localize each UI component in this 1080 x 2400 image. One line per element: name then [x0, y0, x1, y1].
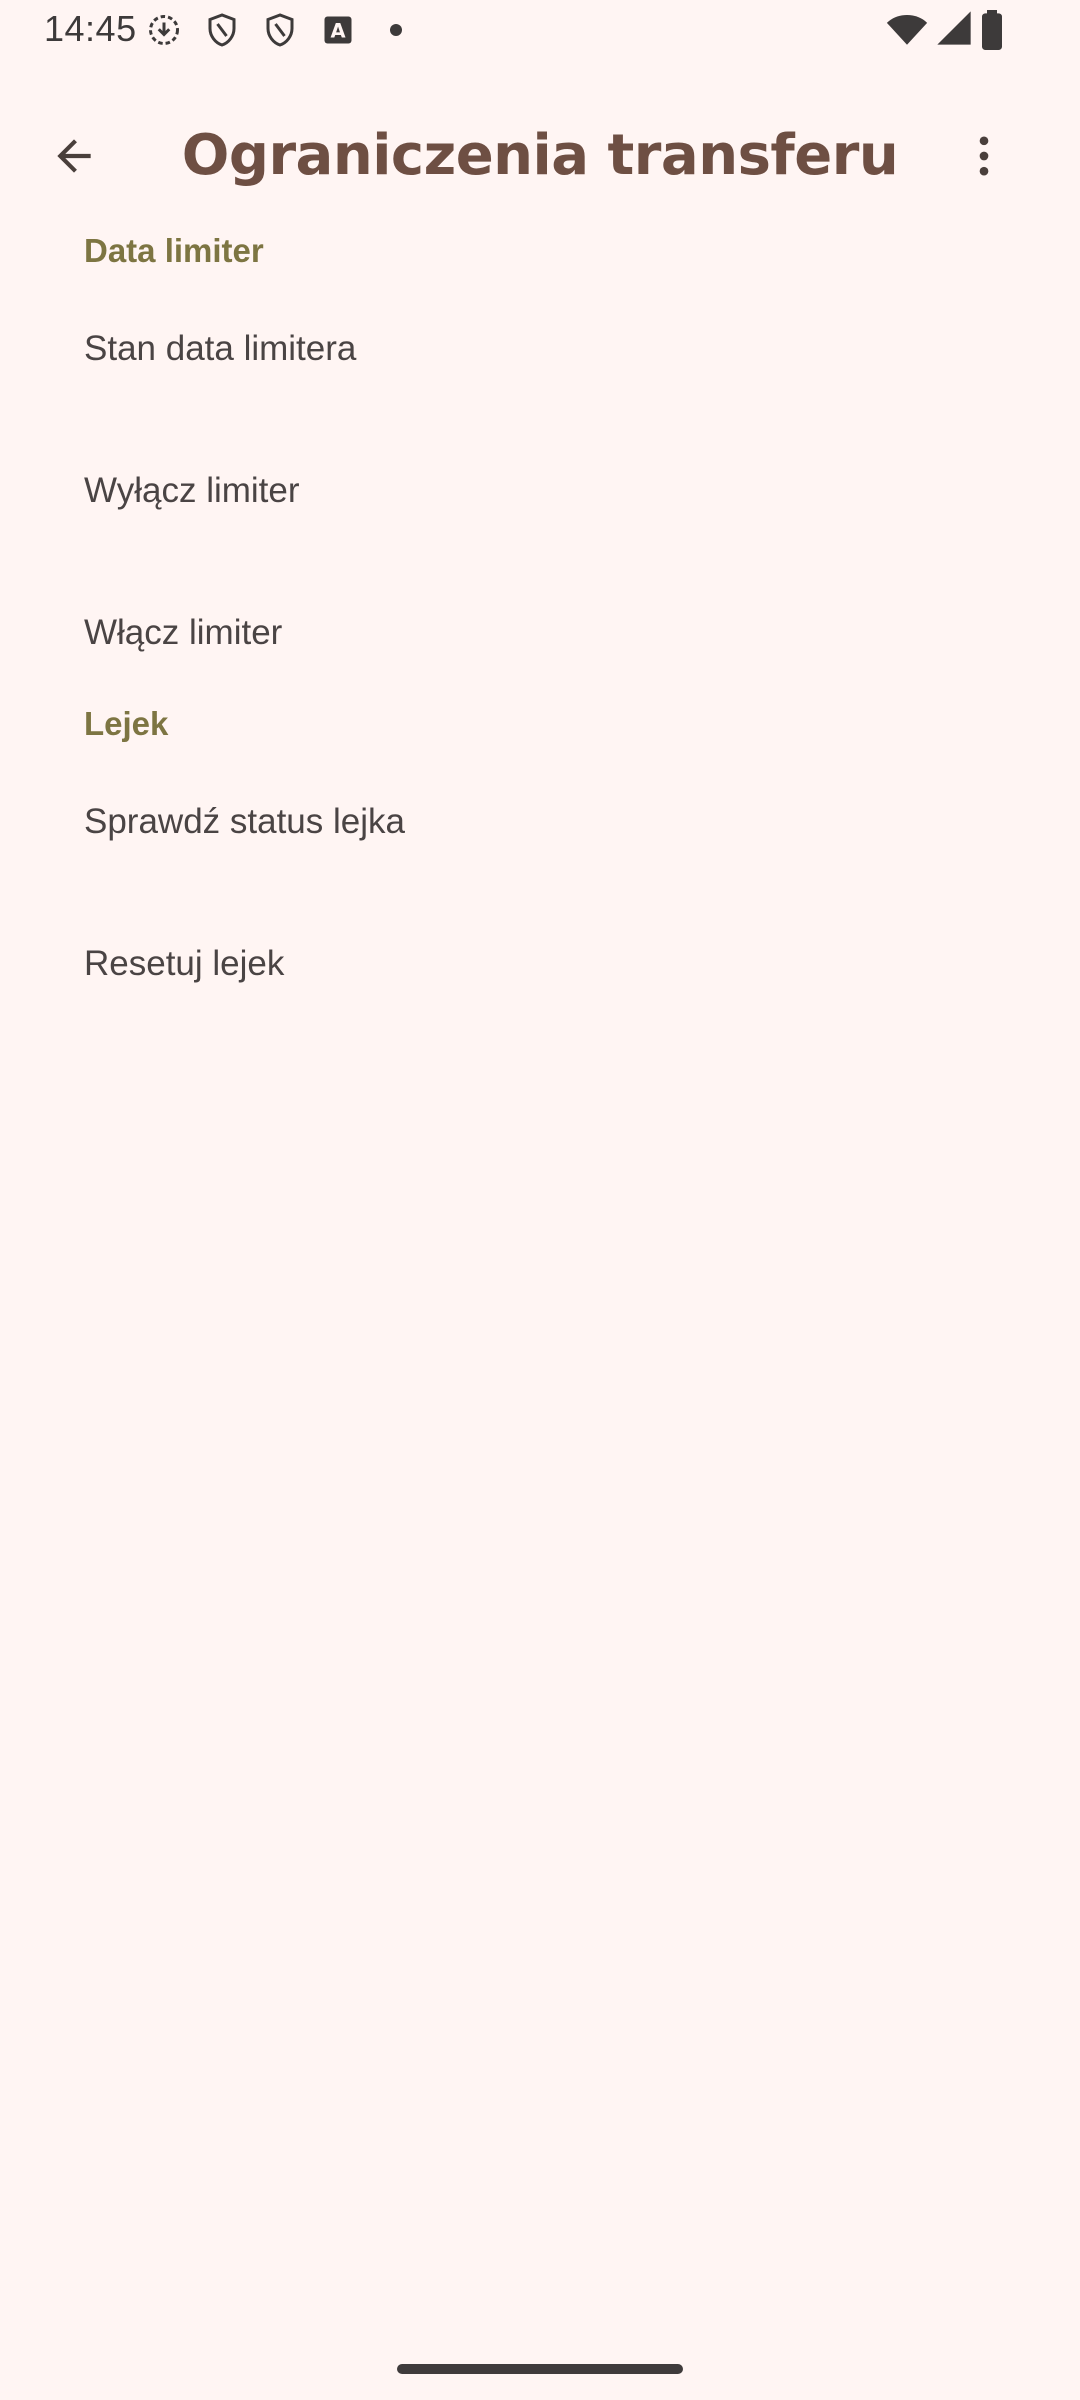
- pref-item-data-limiter-status[interactable]: Stan data limitera: [0, 284, 1080, 414]
- page-title: Ograniczenia transferu: [181, 123, 899, 188]
- shield-icon: [262, 12, 298, 48]
- pref-item-label: Resetuj lejek: [84, 944, 285, 983]
- wifi-icon: [886, 8, 928, 50]
- signal-icon: [934, 8, 974, 48]
- svg-text:A: A: [330, 20, 345, 43]
- more-options-button[interactable]: [940, 112, 1028, 200]
- status-bar: 14:45 A: [0, 0, 1080, 62]
- dot-icon: [378, 12, 414, 48]
- pref-item-label: Sprawdź status lejka: [84, 802, 405, 841]
- pref-item-label: Stan data limitera: [84, 329, 357, 368]
- keyboard-a-icon: A: [320, 12, 356, 48]
- app-bar: Ograniczenia transferu: [0, 62, 1080, 230]
- section-header-data-limiter: Data limiter: [84, 232, 264, 269]
- gesture-nav-handle[interactable]: [397, 2364, 683, 2374]
- status-time: 14:45: [44, 8, 137, 49]
- download-status-icon: [146, 12, 182, 48]
- shield-icon: [204, 12, 240, 48]
- pref-item-check-funnel-status[interactable]: Sprawdź status lejka: [0, 757, 1080, 887]
- pref-item-label: Włącz limiter: [84, 613, 283, 652]
- pref-item-label: Wyłącz limiter: [84, 471, 300, 510]
- more-vert-icon: [979, 136, 989, 176]
- pref-item-reset-funnel[interactable]: Resetuj lejek: [0, 899, 1080, 1029]
- pref-item-enable-limiter[interactable]: Włącz limiter: [0, 568, 1080, 698]
- battery-icon: [980, 10, 1004, 50]
- section-header-lejek: Lejek: [84, 705, 169, 742]
- pref-item-disable-limiter[interactable]: Wyłącz limiter: [0, 426, 1080, 556]
